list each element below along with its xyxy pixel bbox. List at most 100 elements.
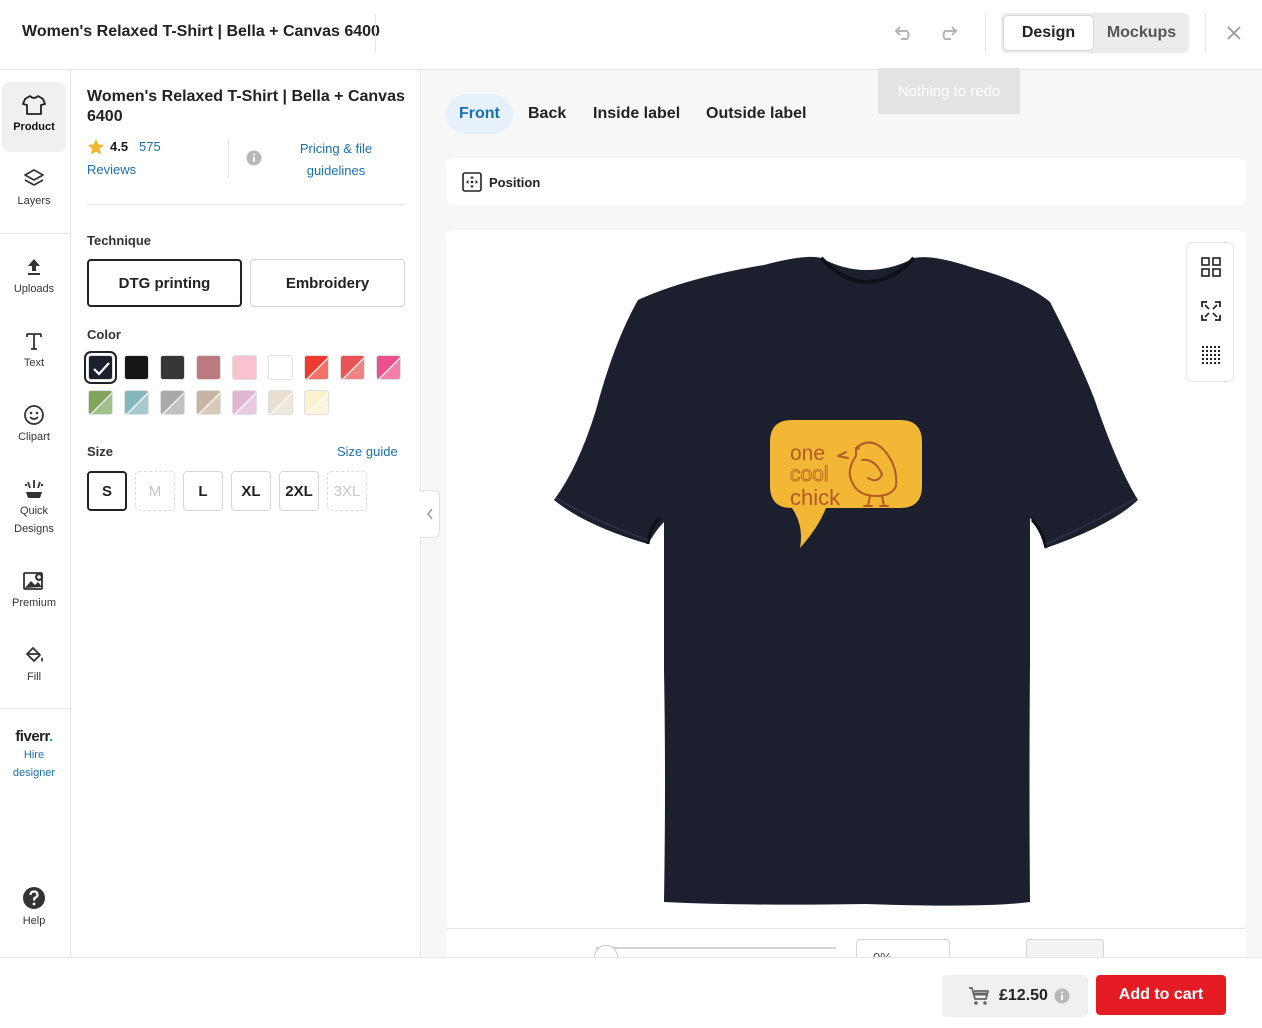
tab-back[interactable]: Back xyxy=(515,94,579,134)
divider xyxy=(87,204,405,205)
embroidery-button[interactable]: Embroidery xyxy=(250,259,405,307)
zoom-controls: 0% xyxy=(446,928,1246,958)
design-canvas[interactable]: one cool chick xyxy=(446,230,1246,928)
grid-toggle-button[interactable] xyxy=(1199,343,1223,367)
collapse-panel-button[interactable] xyxy=(420,490,440,538)
size-l-button[interactable]: L xyxy=(183,471,223,511)
rail-item-product[interactable]: Product xyxy=(2,82,66,152)
position-button[interactable]: Position xyxy=(462,170,540,194)
close-button[interactable] xyxy=(1222,21,1246,45)
size-2xl-button[interactable]: 2XL xyxy=(279,471,319,511)
rail-item-layers[interactable]: Layers xyxy=(2,168,66,210)
zoom-select[interactable]: 0% xyxy=(856,939,950,958)
fiverr-logo: fiverr. xyxy=(15,728,53,745)
canvas-tools xyxy=(1186,242,1234,382)
color-swatch[interactable] xyxy=(124,390,149,415)
close-icon xyxy=(1227,26,1241,40)
header-divider xyxy=(985,14,986,52)
rail-item-quick-designs[interactable]: Quick Designs xyxy=(2,478,66,538)
swatch-fill xyxy=(161,356,184,379)
mode-switch: Design Mockups xyxy=(1001,13,1189,53)
color-swatch[interactable] xyxy=(304,355,329,380)
design-mode-button[interactable]: Design xyxy=(1003,15,1094,51)
header-title: Women's Relaxed T-Shirt | Bella + Canvas… xyxy=(22,23,380,40)
rail-item-uploads[interactable]: Uploads xyxy=(2,256,66,298)
color-swatch[interactable] xyxy=(196,390,221,415)
swatch-fill xyxy=(125,391,148,414)
size-3xl-button[interactable]: 3XL xyxy=(327,471,367,511)
technique-label: Technique xyxy=(87,233,152,248)
redo-button[interactable] xyxy=(934,20,962,46)
footer-bar: £12.50 Add to cart xyxy=(0,957,1262,1028)
rail-item-premium[interactable]: Premium xyxy=(2,570,66,612)
swatch-fill xyxy=(161,391,184,414)
price-value: £12.50 xyxy=(999,987,1048,1004)
color-swatch[interactable] xyxy=(340,355,365,380)
rail-item-label: Layers xyxy=(17,195,51,207)
reviews-link[interactable]: Reviews xyxy=(87,162,136,177)
rail-divider xyxy=(0,233,71,234)
reviews-count-link[interactable]: 575 xyxy=(139,139,161,154)
help-icon xyxy=(23,887,45,909)
swatch-fill xyxy=(305,391,328,414)
design-text-cool: cool xyxy=(790,463,829,486)
rail-divider xyxy=(0,708,71,709)
pricing-guidelines-link[interactable]: Pricing & file guidelines xyxy=(281,138,391,182)
product-title: Women's Relaxed T-Shirt | Bella + Canvas… xyxy=(87,88,405,125)
dtg-printing-button[interactable]: DTG printing xyxy=(87,259,242,307)
chevron-left-icon xyxy=(426,508,433,520)
swatch-fill xyxy=(197,356,220,379)
swatch-fill xyxy=(377,356,400,379)
paint-bucket-icon xyxy=(26,647,43,662)
size-xl-button[interactable]: XL xyxy=(231,471,271,511)
add-to-cart-button[interactable]: Add to cart xyxy=(1096,975,1226,1015)
color-swatch[interactable] xyxy=(88,390,113,415)
swatch-fill xyxy=(269,356,292,379)
fit-to-area-button[interactable] xyxy=(1199,299,1223,323)
color-swatch[interactable] xyxy=(84,351,117,384)
tab-front[interactable]: Front xyxy=(446,94,513,134)
design-text-chick: chick xyxy=(790,485,841,510)
tab-inside-label[interactable]: Inside label xyxy=(580,94,693,134)
info-icon[interactable] xyxy=(1054,988,1070,1004)
grid-dots-icon xyxy=(1202,346,1220,364)
size-label: Size xyxy=(87,444,114,459)
position-label: Position xyxy=(489,174,541,190)
size-m-button[interactable]: M xyxy=(135,471,175,511)
info-icon[interactable] xyxy=(246,150,262,166)
smiley-icon xyxy=(24,405,44,425)
rail-item-hire-designer[interactable]: fiverr. Hire designer xyxy=(2,728,66,782)
text-icon xyxy=(26,333,42,350)
undo-icon xyxy=(894,26,910,40)
color-swatch[interactable] xyxy=(124,355,149,380)
rail-item-fill[interactable]: Fill xyxy=(2,644,66,686)
size-s-button[interactable]: S xyxy=(87,471,127,511)
view-toggle[interactable] xyxy=(1026,939,1104,958)
tshirt-mockup: one cool chick xyxy=(554,256,1138,906)
rail-item-clipart[interactable]: Clipart xyxy=(2,404,66,446)
swatch-fill xyxy=(341,356,364,379)
color-swatch[interactable] xyxy=(232,390,257,415)
tab-outside-label[interactable]: Outside label xyxy=(693,94,819,134)
color-label: Color xyxy=(87,327,121,342)
star-icon xyxy=(88,139,104,155)
mockups-mode-button[interactable]: Mockups xyxy=(1096,15,1187,51)
color-swatch[interactable] xyxy=(160,390,185,415)
color-swatch[interactable] xyxy=(376,355,401,380)
rail-item-label: Clipart xyxy=(18,431,50,443)
qr-button[interactable] xyxy=(1199,255,1223,279)
rail-item-label: Quick Designs xyxy=(14,505,54,535)
color-swatch[interactable] xyxy=(268,355,293,380)
color-swatch[interactable] xyxy=(268,390,293,415)
undo-button[interactable] xyxy=(890,20,918,46)
color-swatch[interactable] xyxy=(160,355,185,380)
color-swatch[interactable] xyxy=(304,390,329,415)
rail-item-text[interactable]: Text xyxy=(2,330,66,372)
color-swatch[interactable] xyxy=(196,355,221,380)
size-guide-link[interactable]: Size guide xyxy=(337,444,398,459)
color-swatch[interactable] xyxy=(232,355,257,380)
expand-icon xyxy=(1201,301,1221,321)
rail-item-label: Premium xyxy=(11,597,56,609)
rail-item-help[interactable]: Help xyxy=(2,886,66,930)
price-box: £12.50 xyxy=(942,975,1088,1017)
